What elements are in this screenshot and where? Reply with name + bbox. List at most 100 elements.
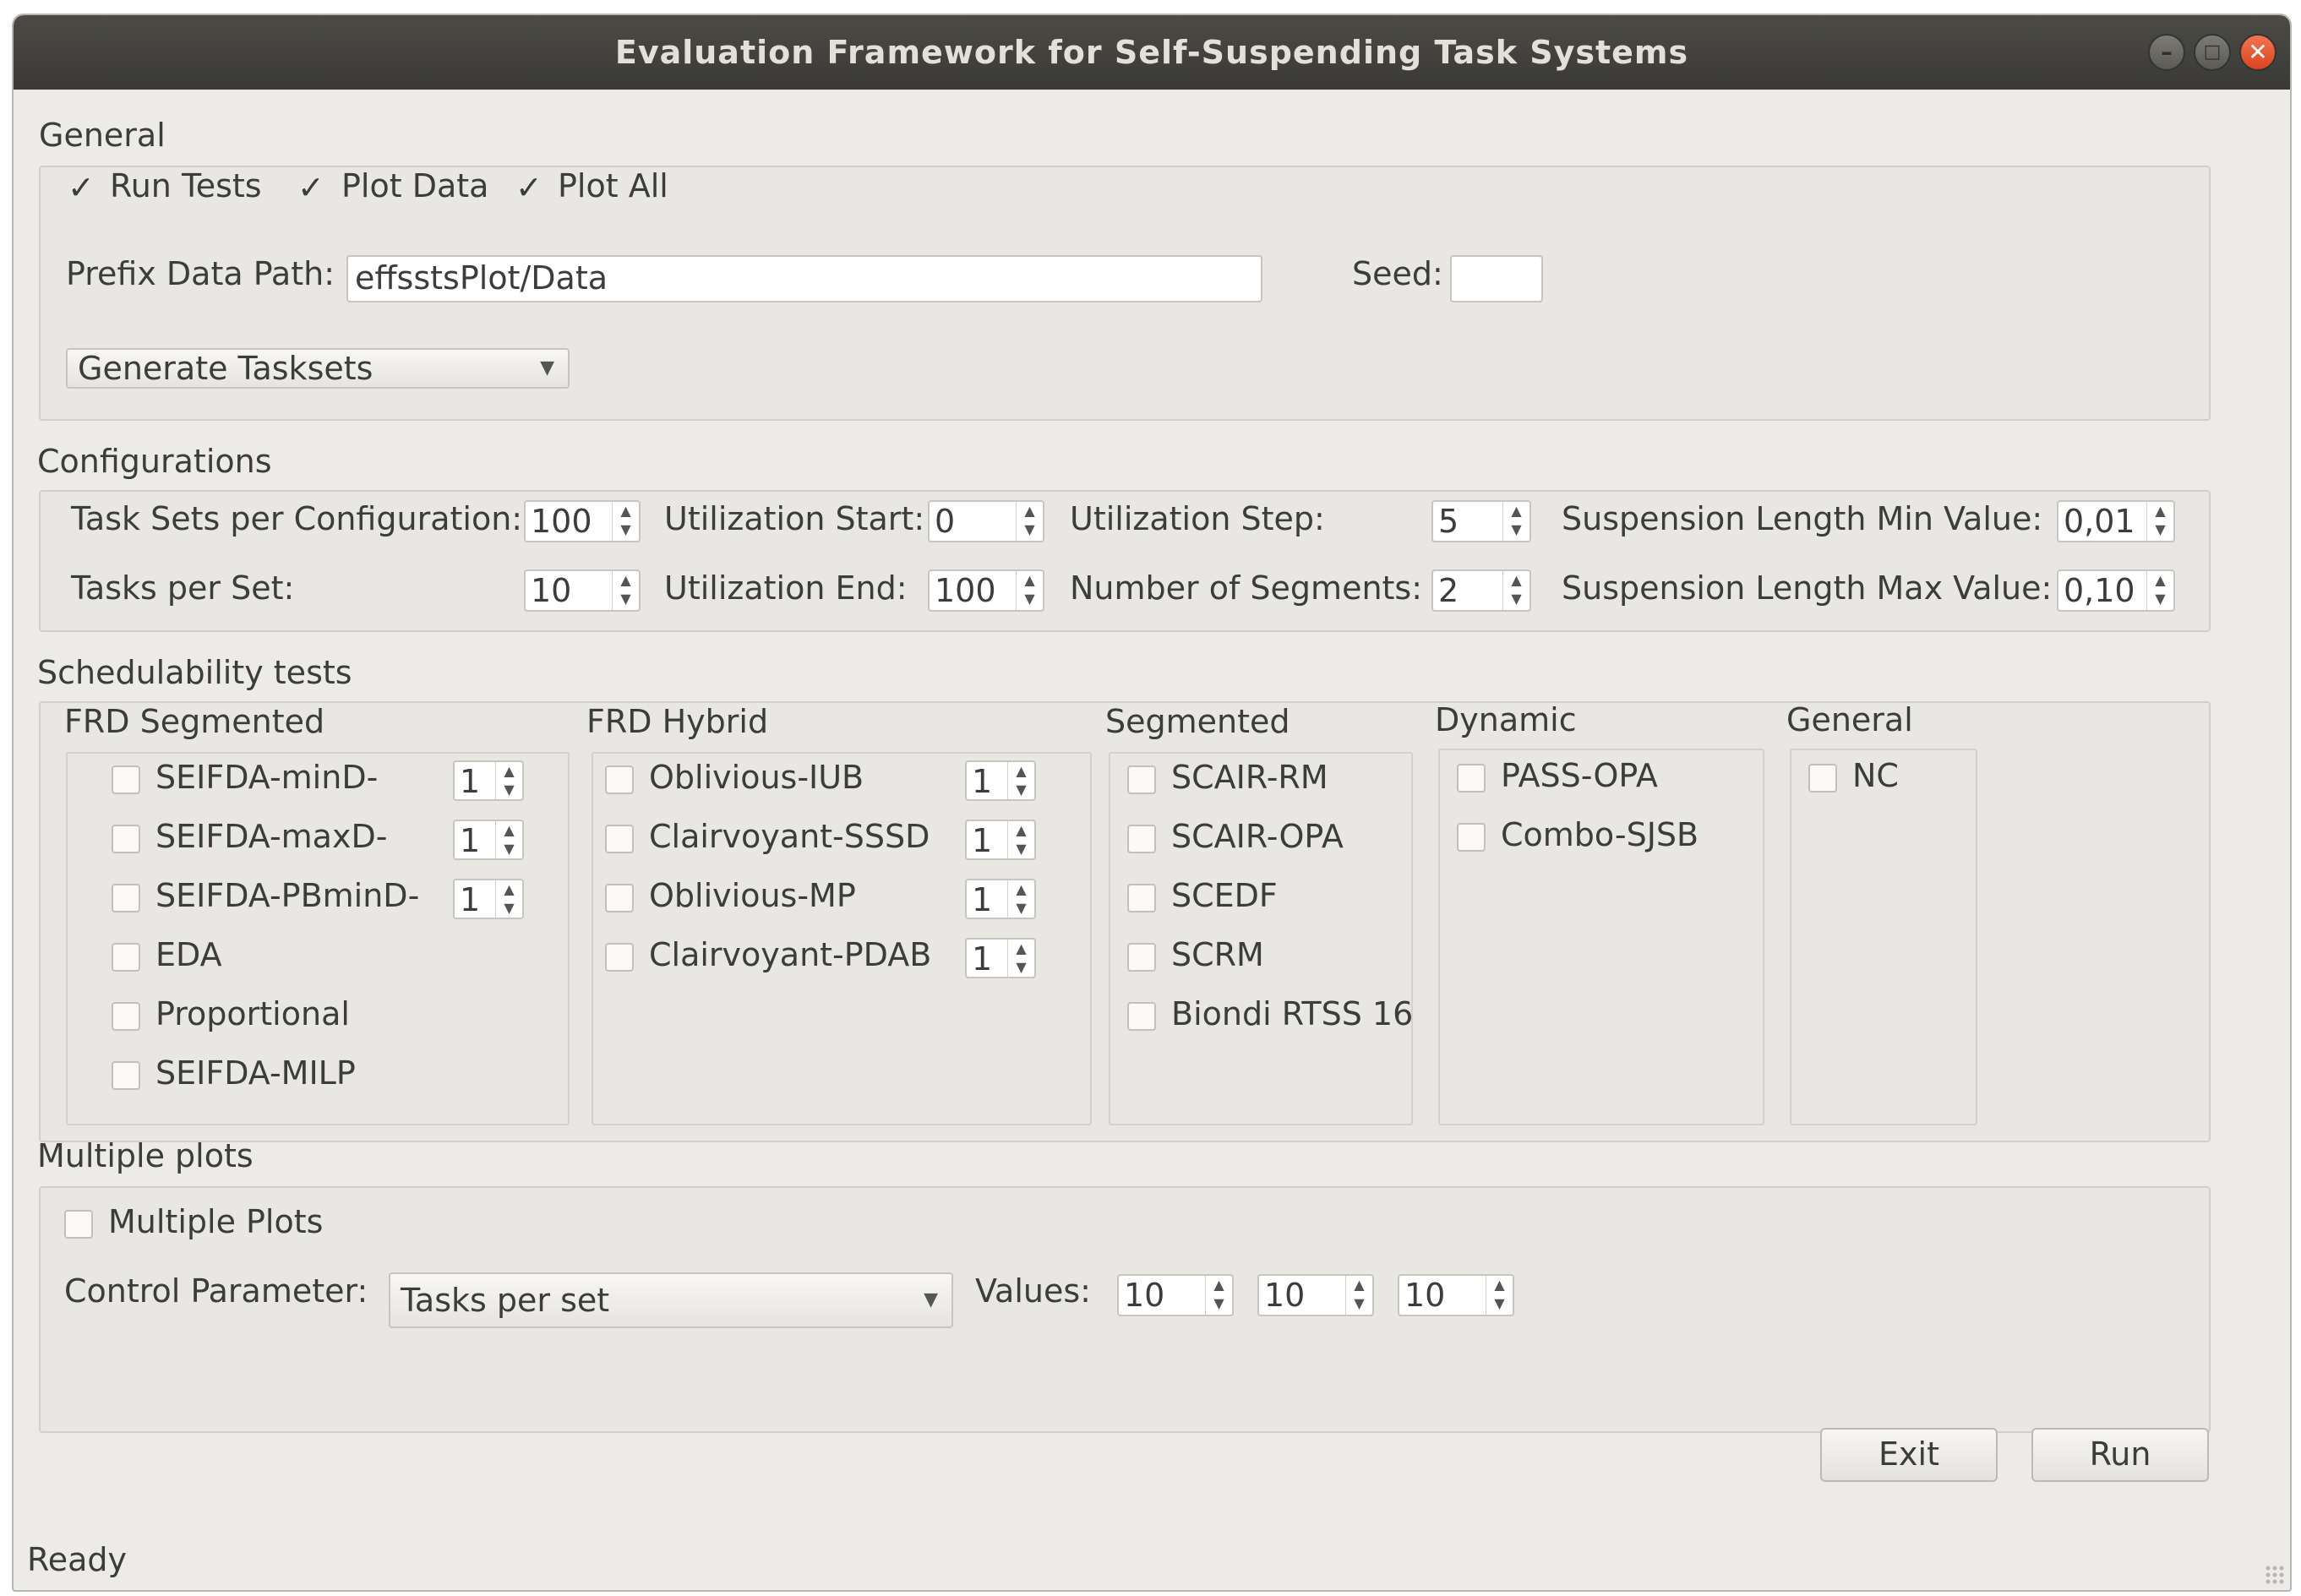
- seifda-maxd-checkbox[interactable]: [112, 825, 140, 853]
- seifda-maxd-spinbox[interactable]: 1 ▲ ▼: [453, 820, 524, 860]
- scedf-label: SCEDF: [1171, 877, 1278, 914]
- plot-all-checkbox[interactable]: ✓: [514, 172, 543, 204]
- spin-arrows-icon[interactable]: ▲ ▼: [1016, 571, 1043, 610]
- seifda-mind-checkbox[interactable]: [112, 765, 140, 794]
- clairvoyant-sssd-spinbox[interactable]: 1 ▲ ▼: [965, 820, 1036, 860]
- spin-arrows-icon[interactable]: ▲ ▼: [495, 762, 522, 799]
- spin-arrows-icon[interactable]: ▲ ▼: [612, 571, 639, 610]
- proportional-label: Proportional: [155, 995, 350, 1032]
- clairvoyant-pdab-checkbox[interactable]: [605, 943, 634, 972]
- run-button[interactable]: Run: [2031, 1428, 2209, 1482]
- seifda-mind-spinbox[interactable]: 1 ▲ ▼: [453, 760, 524, 801]
- seifda-pbmind-label: SEIFDA-PBminD-: [155, 877, 420, 914]
- tasks-per-set-value: 10: [531, 572, 572, 609]
- clairvoyant-sssd-checkbox[interactable]: [605, 825, 634, 853]
- spin-arrows-icon[interactable]: ▲ ▼: [495, 821, 522, 858]
- oblivious-mp-value: 1: [972, 881, 993, 918]
- oblivious-mp-spinbox[interactable]: 1 ▲ ▼: [965, 879, 1036, 919]
- seed-input[interactable]: [1450, 255, 1543, 302]
- eda-checkbox[interactable]: [112, 943, 140, 972]
- frd-segmented-title: FRD Segmented: [64, 703, 325, 740]
- spin-arrows-icon[interactable]: ▲ ▼: [1007, 821, 1034, 858]
- control-parameter-value: Tasks per set: [401, 1282, 610, 1319]
- seifda-mind-label: SEIFDA-minD-: [155, 759, 379, 796]
- spin-arrows-icon[interactable]: ▲ ▼: [1016, 502, 1043, 541]
- spin-arrows-icon[interactable]: ▲ ▼: [1486, 1276, 1513, 1315]
- clairvoyant-pdab-label: Clairvoyant-PDAB: [649, 936, 932, 973]
- multiple-plots-section-title: Multiple plots: [37, 1137, 254, 1174]
- util-step-spinbox[interactable]: 5 ▲ ▼: [1431, 500, 1531, 542]
- pass-opa-checkbox[interactable]: [1457, 764, 1486, 793]
- value-1-spinbox[interactable]: 10 ▲ ▼: [1117, 1274, 1234, 1316]
- mode-select[interactable]: Generate Tasksets ▼: [66, 348, 570, 389]
- scrm-checkbox[interactable]: [1127, 943, 1156, 972]
- seifda-pbmind-spinbox[interactable]: 1 ▲ ▼: [453, 879, 524, 919]
- tasks-per-set-spinbox[interactable]: 10 ▲ ▼: [524, 569, 641, 612]
- seifda-maxd-value: 1: [460, 822, 481, 859]
- minimize-icon[interactable]: –: [2148, 34, 2185, 71]
- spin-arrows-icon[interactable]: ▲ ▼: [1502, 571, 1529, 610]
- maximize-icon[interactable]: □: [2194, 34, 2231, 71]
- general-tests-title: General: [1786, 701, 1913, 738]
- value-3-spinbox[interactable]: 10 ▲ ▼: [1398, 1274, 1514, 1316]
- spin-arrows-icon[interactable]: ▲ ▼: [495, 880, 522, 918]
- util-end-spinbox[interactable]: 100 ▲ ▼: [928, 569, 1044, 612]
- general-section-title: General: [39, 117, 166, 154]
- value-1: 10: [1124, 1277, 1165, 1314]
- spin-arrows-icon[interactable]: ▲ ▼: [1007, 762, 1034, 799]
- biondi-rtss16-checkbox[interactable]: [1127, 1002, 1156, 1031]
- segmented-title: Segmented: [1105, 703, 1290, 740]
- biondi-rtss16-label: Biondi RTSS 16: [1171, 995, 1414, 1032]
- seifda-pbmind-checkbox[interactable]: [112, 884, 140, 912]
- eda-label: EDA: [155, 936, 222, 973]
- proportional-checkbox[interactable]: [112, 1002, 140, 1031]
- seifda-milp-checkbox[interactable]: [112, 1061, 140, 1090]
- close-icon[interactable]: ✕: [2239, 34, 2276, 71]
- chevron-down-icon: ▼: [924, 1289, 938, 1310]
- dynamic-title: Dynamic: [1435, 701, 1577, 738]
- oblivious-iub-checkbox[interactable]: [605, 765, 634, 794]
- spin-arrows-icon[interactable]: ▲ ▼: [1345, 1276, 1372, 1315]
- nc-checkbox[interactable]: [1808, 764, 1837, 793]
- tasks-per-set-label: Tasks per Set:: [71, 569, 295, 607]
- spin-arrows-icon[interactable]: ▲ ▼: [2146, 571, 2173, 610]
- util-step-value: 5: [1438, 503, 1459, 540]
- plot-data-checkbox[interactable]: ✓: [296, 172, 324, 204]
- scedf-checkbox[interactable]: [1127, 884, 1156, 912]
- general-tests-group: [1790, 749, 1977, 1125]
- values-label: Values:: [975, 1272, 1091, 1310]
- spin-arrows-icon[interactable]: ▲ ▼: [2146, 502, 2173, 541]
- run-tests-checkbox[interactable]: ✓: [66, 172, 95, 204]
- multiple-plots-checkbox[interactable]: [64, 1210, 93, 1239]
- susp-max-value: 0,10: [2064, 572, 2135, 609]
- susp-min-value: 0,01: [2064, 503, 2135, 540]
- exit-button[interactable]: Exit: [1820, 1428, 1998, 1482]
- susp-max-label: Suspension Length Max Value:: [1562, 569, 2053, 607]
- value-2-spinbox[interactable]: 10 ▲ ▼: [1257, 1274, 1374, 1316]
- oblivious-mp-label: Oblivious-MP: [649, 877, 856, 914]
- seifda-mind-value: 1: [460, 763, 481, 800]
- scair-rm-checkbox[interactable]: [1127, 765, 1156, 794]
- susp-max-spinbox[interactable]: 0,10 ▲ ▼: [2057, 569, 2175, 612]
- spin-arrows-icon[interactable]: ▲ ▼: [1205, 1276, 1232, 1315]
- oblivious-iub-spinbox[interactable]: 1 ▲ ▼: [965, 760, 1036, 801]
- susp-min-spinbox[interactable]: 0,01 ▲ ▼: [2057, 500, 2175, 542]
- oblivious-mp-checkbox[interactable]: [605, 884, 634, 912]
- spin-arrows-icon[interactable]: ▲ ▼: [1007, 940, 1034, 977]
- spin-arrows-icon[interactable]: ▲ ▼: [1007, 880, 1034, 918]
- prefix-data-path-input[interactable]: effsstsPlot/Data: [346, 255, 1262, 302]
- mode-select-value: Generate Tasksets: [78, 350, 374, 387]
- spin-arrows-icon[interactable]: ▲ ▼: [612, 502, 639, 541]
- resize-grip-icon[interactable]: [2265, 1565, 2285, 1585]
- scrm-label: SCRM: [1171, 936, 1264, 973]
- clairvoyant-pdab-spinbox[interactable]: 1 ▲ ▼: [965, 938, 1036, 978]
- util-start-spinbox[interactable]: 0 ▲ ▼: [928, 500, 1044, 542]
- combo-sjsb-checkbox[interactable]: [1457, 823, 1486, 852]
- control-parameter-select[interactable]: Tasks per set ▼: [389, 1272, 953, 1328]
- segments-spinbox[interactable]: 2 ▲ ▼: [1431, 569, 1531, 612]
- spin-arrows-icon[interactable]: ▲ ▼: [1502, 502, 1529, 541]
- util-step-label: Utilization Step:: [1070, 500, 1325, 537]
- scair-opa-checkbox[interactable]: [1127, 825, 1156, 853]
- scair-rm-label: SCAIR-RM: [1171, 759, 1328, 796]
- task-sets-spinbox[interactable]: 100 ▲ ▼: [524, 500, 641, 542]
